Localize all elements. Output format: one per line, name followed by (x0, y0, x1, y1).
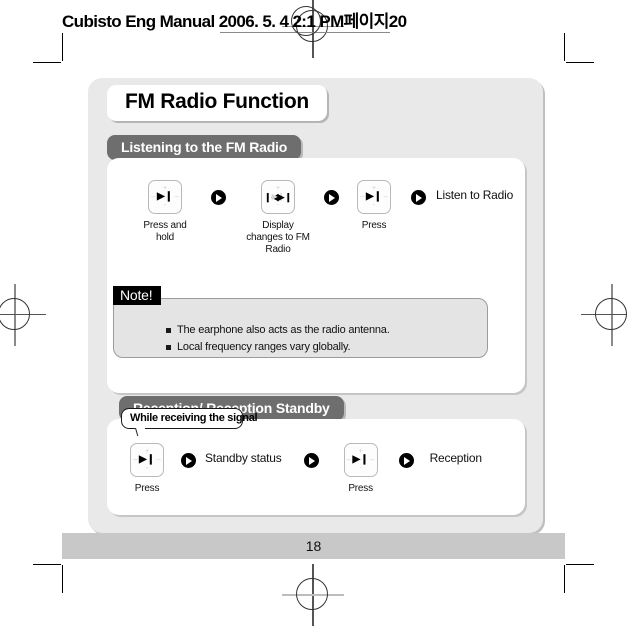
arrow-right-icon (211, 190, 226, 205)
step-caption: Press and hold (143, 220, 187, 243)
registration-hline (0, 314, 46, 315)
note-box: Note! The earphone also acts as the radi… (113, 286, 488, 358)
registration-mark-bottom (282, 564, 344, 626)
footer-band: 18 (62, 533, 565, 559)
arrow-right-icon (303, 453, 319, 468)
manual-page-card: FM Radio Function Listening to the FM Ra… (88, 78, 543, 533)
step-row-listening: + – ▶❙ – - Press and hold + ❙◀ ▶❙ ▶❙ - D… (134, 180, 513, 256)
speech-bubble-text: While receiving the signal (130, 412, 258, 424)
page-number: 18 (305, 538, 322, 554)
section-body-listening: + – ▶❙ – - Press and hold + ❙◀ ▶❙ ▶❙ - D… (107, 158, 525, 393)
speech-bubble-tail (133, 428, 145, 442)
arrow-right-icon (324, 190, 339, 205)
device-minus-glyph: - (372, 202, 376, 209)
note-item: The earphone also acts as the radio ante… (166, 323, 390, 337)
section-body-reception: While receiving the signal + – ▶❙ – - Pr… (107, 408, 525, 515)
device-minus-glyph: - (276, 202, 280, 209)
step-result-standby: Standby status (205, 451, 282, 465)
arrow-right-icon (411, 190, 426, 205)
registration-circle (0, 298, 30, 330)
device-right-glyph: – (370, 455, 375, 464)
device-plus-glyph: + (275, 185, 281, 192)
step-caption: Display changes to FM Radio (246, 220, 310, 255)
step-caption: Press (361, 220, 387, 231)
note-item-text: The earphone also acts as the radio ante… (177, 324, 390, 336)
note-item: Local frequency ranges vary globally. (166, 340, 390, 354)
registration-mark-left (0, 284, 46, 346)
crop-mark-bottom-right-h (566, 564, 594, 565)
registration-mark-right (581, 284, 627, 346)
step-result-listen: Listen to Radio (436, 188, 514, 202)
device-right-glyph: – (174, 192, 179, 201)
step-listening-3: + – ▶❙ – - Press (348, 180, 400, 232)
section-header-listening-label: Listening to the FM Radio (121, 139, 288, 155)
device-minus-glyph: - (145, 465, 149, 472)
registration-vline (312, 564, 314, 626)
arrow-right-icon (181, 453, 196, 468)
step-result-reception: Reception (429, 451, 482, 465)
device-skip-icon: + ❙◀ ▶❙ ▶❙ - (261, 180, 295, 214)
step-listening-1: + – ▶❙ – - Press and hold (134, 180, 196, 244)
crop-mark-top-right-v (564, 33, 565, 61)
crop-mark-bottom-left-v (62, 565, 63, 593)
device-skip-forward-glyph: ▶❙ (277, 192, 292, 202)
note-item-text: Local frequency ranges vary globally. (177, 341, 351, 353)
note-bullet-icon (166, 345, 171, 350)
device-minus-glyph: - (359, 465, 362, 472)
device-right-glyph: – (383, 192, 388, 201)
crop-mark-top-left-h (33, 62, 61, 63)
speech-bubble-receiving-signal: While receiving the signal (121, 408, 258, 429)
registration-circle (296, 578, 328, 610)
section-header-listening: Listening to the FM Radio (107, 135, 302, 160)
step-listening-2: + ❙◀ ▶❙ ▶❙ - Display changes to FM Radio (241, 180, 315, 256)
device-minus-glyph: - (163, 202, 167, 209)
step-caption: Press (134, 483, 160, 494)
crop-mark-top-right-h (566, 62, 594, 63)
page-title-pill: FM Radio Function (107, 85, 327, 121)
page-title: FM Radio Function (125, 90, 309, 113)
registration-circle (595, 298, 627, 330)
device-play-pause-icon: + – ▶❙ – - (148, 180, 182, 214)
note-list: The earphone also acts as the radio ante… (166, 323, 390, 357)
note-tag: Note! (113, 286, 162, 305)
registration-hline (282, 594, 344, 596)
step-reception-2: + – ▶❙ – - Press (335, 443, 387, 495)
crop-mark-bottom-right-v (564, 565, 565, 593)
device-play-pause-icon: + – ▶❙ – - (130, 443, 164, 477)
registration-vline (14, 284, 16, 346)
note-bullet-icon (166, 328, 171, 333)
registration-vline (611, 284, 613, 346)
crop-mark-bottom-left-h (33, 564, 61, 565)
device-play-pause-icon: + – ▶❙ – - (357, 180, 391, 214)
step-reception-1: + – ▶❙ – - Press (121, 443, 173, 495)
registration-hline (581, 314, 627, 315)
step-row-reception: + – ▶❙ – - Press Standby status + – ▶❙ –… (121, 443, 482, 495)
arrow-right-icon (398, 453, 414, 468)
document-header-text: Cubisto Eng Manual 2006. 5. 4 2:1 PM페이지2… (62, 12, 407, 31)
header-registration-circle (291, 6, 321, 36)
step-caption: Press (348, 483, 373, 494)
device-right-glyph: – (156, 455, 161, 464)
device-play-pause-icon: + – ▶❙ – - (343, 443, 378, 477)
